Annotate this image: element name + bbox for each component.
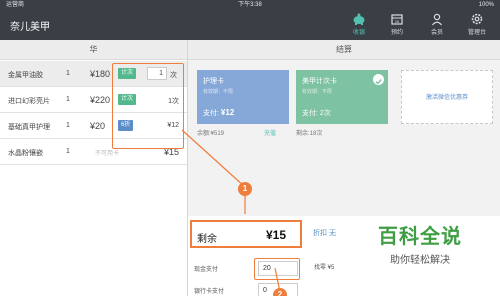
- watermark: 百科全说 助你轻松解决: [360, 220, 480, 266]
- annotation-badge-2: 2: [273, 288, 287, 296]
- watermark-title: 百科全说: [378, 226, 462, 248]
- watermark-subtitle: 助你轻松解决: [390, 255, 450, 266]
- annotation-badge-1: 1: [238, 182, 252, 196]
